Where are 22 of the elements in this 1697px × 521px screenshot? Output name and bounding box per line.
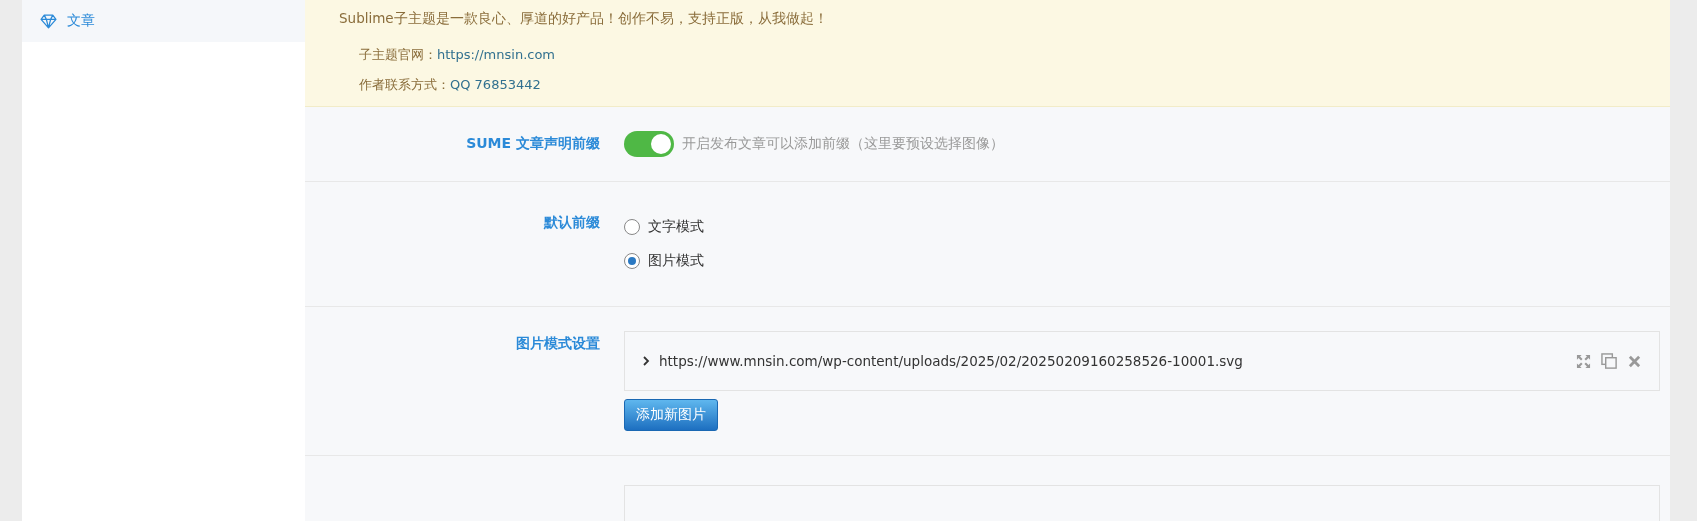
setting-label: SUME 文章声明前缀 [466, 135, 600, 151]
setting-description: 开启发布文章可以添加前缀（这里要预设选择图像） [682, 135, 1004, 153]
close-icon[interactable] [1628, 354, 1641, 368]
radio-label[interactable]: 图片模式 [648, 252, 704, 270]
sidebar-item[interactable]: 文章 [22, 0, 305, 42]
radio-button[interactable] [624, 219, 640, 235]
radio-button[interactable] [624, 253, 640, 269]
info-link[interactable]: QQ 76853442 [450, 77, 541, 92]
info-link[interactable]: https://mnsin.com [437, 47, 556, 62]
radio-label[interactable]: 文字模式 [648, 218, 704, 236]
info-label: 作者联系方式： [359, 77, 450, 92]
expand-icon[interactable] [1576, 353, 1591, 369]
repeater-item[interactable]: https://www.mnsin.com/wp-content/uploads/2025/02/20250209160258526-10001.svg [624, 331, 1660, 391]
diamond-icon [40, 13, 57, 29]
info-label: 子主题官网： [359, 47, 437, 62]
add-image-button[interactable]: 添加新图片 [624, 399, 718, 431]
setting-label: 图片模式设置 [516, 335, 600, 351]
notice-text: Sublime子主题是一款良心、厚道的好产品！创作不易，支持正版，从我做起！ [339, 10, 829, 28]
toggle-switch[interactable] [624, 131, 674, 157]
copy-icon[interactable] [1601, 352, 1618, 370]
item-title: https://www.mnsin.com/wp-content/uploads/2025/02/20250209160258526-10001.svg [659, 353, 1243, 369]
setting-label: 默认前缀 [544, 214, 600, 230]
